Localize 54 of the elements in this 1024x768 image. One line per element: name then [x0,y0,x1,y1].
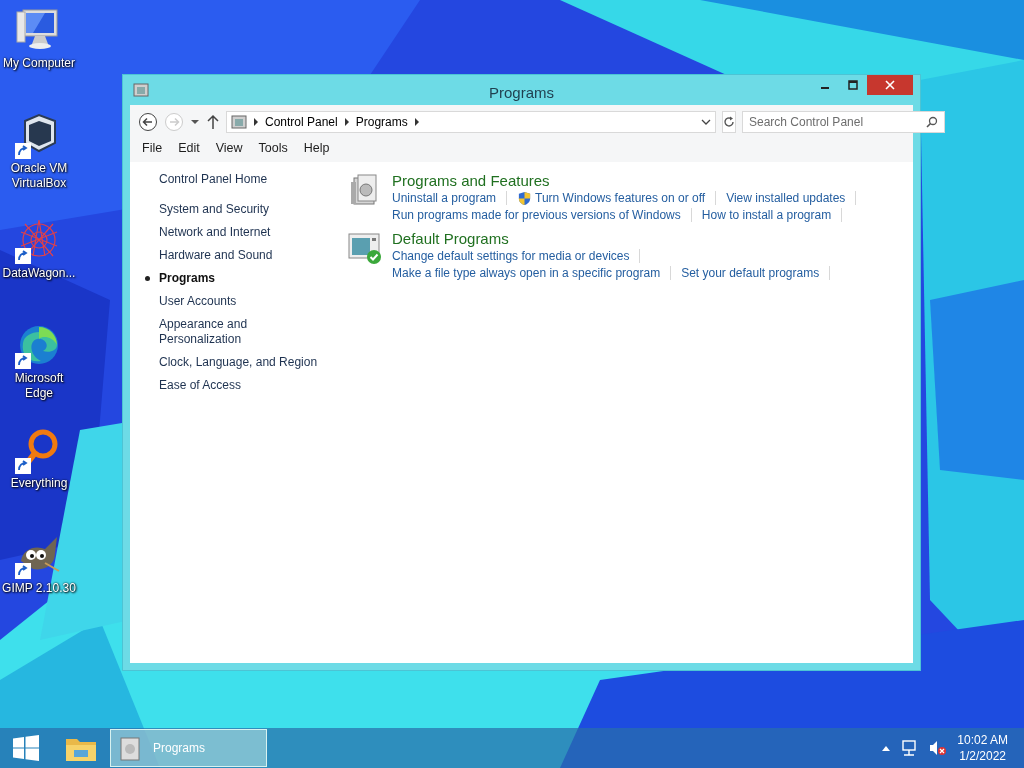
breadcrumb-item[interactable]: Control Panel [265,113,338,131]
sidebar-item[interactable]: Programs [144,270,329,286]
sidebar-item[interactable]: Clock, Language, and Region [144,354,329,370]
menu-item[interactable]: Tools [250,139,296,158]
search-field[interactable]: Search Control Panel [742,111,945,133]
control-panel-icon [133,82,149,98]
desktop-icon-label[interactable]: Oracle VM VirtualBox [0,161,78,191]
desktop-icon-label[interactable]: Microsoft Edge [0,371,78,401]
speaker-muted-icon[interactable] [929,740,948,756]
maximize-icon [848,80,858,90]
link[interactable]: Set your default programs [681,264,820,282]
sidebar-item[interactable]: Appearance and Personalization [144,316,329,347]
desktop-icon-label[interactable]: DataWagon... [0,266,78,281]
menu-item[interactable]: View [207,139,251,158]
sidebar-item[interactable]: System and Security [144,201,329,217]
link[interactable]: Make a file type always open in a specific program [392,264,661,282]
sidebar-link[interactable]: Control Panel Home [159,171,340,186]
minimize-icon [821,87,829,89]
link[interactable]: View installed updates [726,189,846,207]
sidebar-item[interactable]: Network and Internet [144,224,329,240]
sidebar-item[interactable]: Ease of Access [144,377,329,393]
sidebar-item[interactable]: Hardware and Sound [144,247,329,263]
link[interactable]: Run programs made for previous versions of Windows [392,206,681,224]
menu-item[interactable]: Help [295,139,338,158]
back-button[interactable] [138,112,158,132]
breadcrumb-item[interactable]: Programs [355,113,408,131]
address-bar[interactable]: Control Panel Programs [226,111,716,133]
breadcrumb-arrow-icon [413,118,420,126]
up-button[interactable] [206,114,220,130]
category-title[interactable]: Default Programs [392,229,841,248]
refresh-button[interactable] [722,111,736,133]
link[interactable]: How to install a program [701,206,832,224]
control-panel-icon [119,735,143,761]
category-title[interactable]: Programs and Features [392,171,867,190]
link[interactable]: Uninstall a program [392,189,497,207]
sidebar-item[interactable]: User Accounts [144,293,329,309]
desktop-icon-label[interactable]: My Computer [0,56,78,71]
window-title: Programs [488,83,555,103]
menu-item[interactable]: File [134,139,171,158]
close-icon [885,80,895,90]
link[interactable]: Turn Windows features on or off [517,189,706,207]
recent-dropdown-button[interactable] [190,117,200,127]
dropdown-caret-icon [701,117,711,127]
windows-logo-icon [13,735,39,761]
clock[interactable]: 10:02 AM 1/2/2022 [957,732,1008,764]
menu-item[interactable]: Edit [170,139,208,158]
show-hidden-icons-button[interactable] [881,744,892,752]
desktop-icon-label[interactable]: Everything [0,476,78,491]
breadcrumb-arrow-icon [343,118,350,126]
link[interactable]: Change default settings for media or devices [392,247,630,265]
search-icon [926,116,938,128]
breadcrumb-arrow-icon [253,118,259,126]
shield-icon [517,190,533,206]
control-panel-icon [231,114,247,130]
